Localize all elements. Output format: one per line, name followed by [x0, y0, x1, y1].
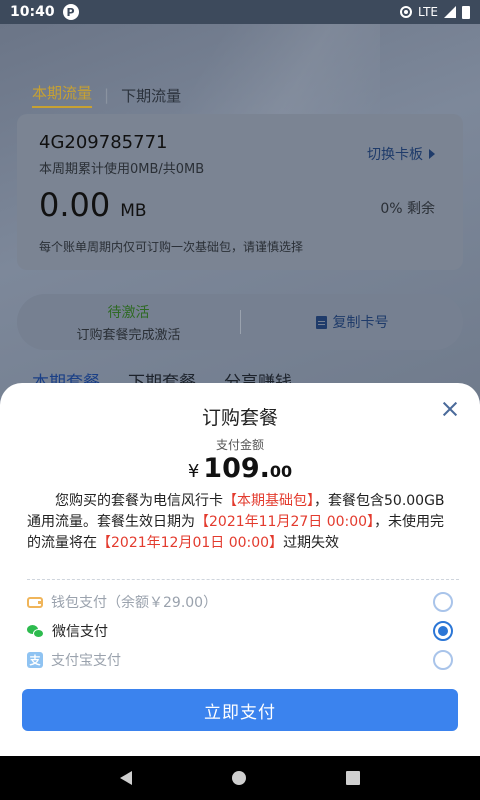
sheet-title: 订购套餐 [201, 407, 278, 429]
payment-label-wallet: 钱包支付（余额￥29.00） [51, 595, 218, 611]
radio-alipay[interactable] [433, 650, 453, 670]
recents-icon[interactable] [346, 771, 360, 785]
tab-next-period[interactable]: 下期流量 [121, 85, 181, 106]
desc-part-4: 过期失效 [283, 535, 340, 551]
payment-option-wallet[interactable]: 钱包支付（余额￥29.00） [27, 588, 453, 616]
back-icon[interactable] [120, 771, 132, 785]
amount-decimal: 00 [269, 462, 293, 481]
status-desc: 订购套餐完成激活 [76, 327, 181, 343]
tab-separator: | [104, 86, 110, 104]
usage-summary: 本周期累计使用0MB/共0MB [39, 162, 205, 177]
battery-icon [462, 5, 470, 19]
usage-amount: 0.00 MB [39, 186, 147, 224]
sim-card-panel: 4G209785771 本周期累计使用0MB/共0MB 切换卡板 0.00 MB … [17, 114, 463, 270]
card-number: 4G209785771 [39, 132, 168, 153]
usage-value: 0.00 [39, 186, 111, 224]
alipay-icon: 支 [27, 652, 43, 668]
tab-current-period[interactable]: 本期流量 [32, 82, 93, 108]
switch-card-label: 切换卡板 [367, 147, 423, 163]
status-right: LTE [400, 5, 470, 19]
order-package-sheet: 订购套餐 支付金额 ¥109.00 您购买的套餐为电信风行卡【本期基础包】，套餐… [0, 383, 480, 756]
period-tabs: 本期流量 | 下期流量 [32, 82, 181, 108]
system-nav-bar [0, 756, 480, 800]
document-icon [315, 315, 327, 329]
copy-card-label: 复制卡号 [332, 315, 389, 331]
currency-symbol: ¥ [187, 461, 200, 482]
pay-now-button[interactable]: 立即支付 [22, 689, 458, 731]
card-actions: 待激活 订购套餐完成激活 复制卡号 [17, 294, 463, 350]
payment-label-wechat: 微信支付 [52, 624, 108, 640]
package-description: 您购买的套餐为电信风行卡【本期基础包】，套餐包含50.00GB通用流量。套餐生效… [27, 491, 455, 554]
background-app: 本期流量 | 下期流量 4G209785771 本周期累计使用0MB/共0MB … [0, 24, 480, 400]
status-pending: 待激活 [107, 304, 150, 321]
data-saver-icon [400, 6, 413, 18]
divider [27, 579, 459, 580]
desc-part-1: 您购买的套餐为电信风行卡 [55, 493, 223, 509]
payment-amount: ¥109.00 [0, 453, 480, 484]
signal-icon [444, 6, 456, 18]
radio-wechat[interactable] [433, 621, 453, 641]
close-icon[interactable] [442, 401, 458, 417]
desc-end-date: 【2021年12月01日 00:00】 [97, 535, 284, 551]
switch-card-button[interactable]: 切换卡板 [367, 144, 435, 164]
payment-option-wechat[interactable]: 微信支付 [27, 617, 453, 645]
card-tip: 每个账单周期内仅可订购一次基础包，请谨慎选择 [39, 240, 304, 254]
home-icon[interactable] [232, 771, 246, 785]
amount-integer: 109. [203, 453, 270, 484]
payment-option-alipay[interactable]: 支 支付宝支付 [27, 646, 453, 674]
network-type: LTE [418, 5, 438, 19]
radio-wallet[interactable] [433, 592, 453, 612]
copy-card-number-button[interactable]: 复制卡号 [241, 312, 463, 332]
chevron-right-icon [429, 149, 435, 159]
desc-start-date: 【2021年11月27日 00:00】 [195, 514, 375, 530]
payment-label-alipay: 支付宝支付 [51, 653, 121, 669]
notification-p-icon: P [62, 4, 79, 20]
amount-label: 支付金额 [215, 438, 264, 452]
status-bar: 10:40 P LTE [0, 0, 480, 24]
status-time: 10:40 [10, 4, 55, 20]
remaining-percent: 0% 剩余 [380, 201, 435, 217]
usage-unit: MB [120, 201, 147, 221]
activation-status[interactable]: 待激活 订购套餐完成激活 [17, 302, 240, 343]
wechat-icon [27, 624, 44, 638]
wallet-icon [27, 596, 43, 608]
desc-package-name: 【本期基础包】 [223, 493, 314, 509]
